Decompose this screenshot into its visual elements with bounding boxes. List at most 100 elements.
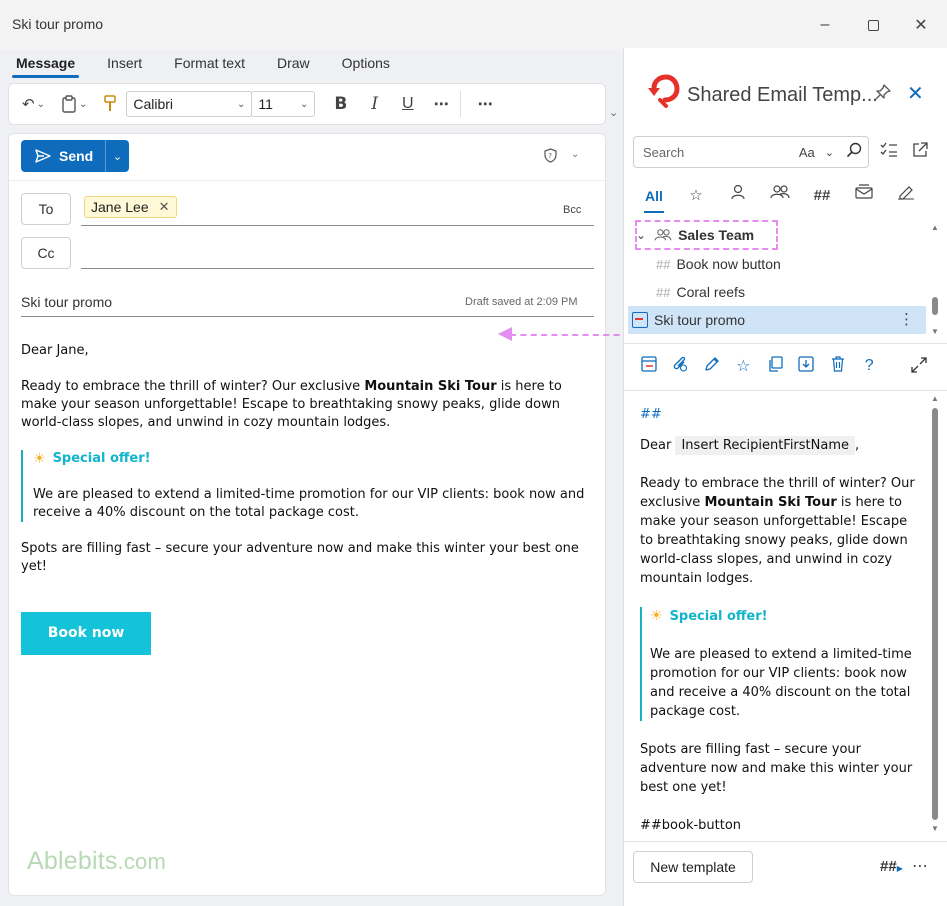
tab-draw[interactable]: Draw: [261, 50, 326, 78]
insert-template-button[interactable]: [633, 355, 665, 377]
to-field-line[interactable]: [81, 225, 594, 226]
drag-arrow-head: [498, 327, 512, 341]
send-main-area[interactable]: Send: [21, 148, 105, 164]
underline-button[interactable]: U: [397, 89, 419, 119]
close-pane-button[interactable]: ✕: [907, 81, 924, 106]
cc-field-line[interactable]: [81, 268, 594, 269]
preview-scrollbar-thumb[interactable]: [932, 408, 938, 820]
offer-block: ☀ Special offer! We are pleased to extend…: [21, 450, 591, 522]
sensitivity-button[interactable]: ?: [544, 148, 557, 166]
more-formatting-button[interactable]: ⋯: [429, 89, 454, 119]
filter-all[interactable]: All: [633, 183, 675, 213]
preview-scrollbar[interactable]: ▲ ▼: [931, 394, 939, 838]
message-body[interactable]: Dear Jane, Ready to embrace the thrill o…: [21, 342, 591, 655]
search-input[interactable]: Search Aa ⌄: [633, 136, 869, 168]
send-label: Send: [59, 148, 94, 164]
chevron-down-icon: ⌄: [299, 98, 309, 110]
edit-template-button[interactable]: [696, 356, 728, 377]
chevron-down-icon: ⌄: [571, 149, 580, 160]
shared-templates-pane: Shared Email Temp... ✕ Search Aa ⌄ All ☆…: [623, 48, 947, 906]
draft-status: Draft saved at 2:09 PM: [465, 296, 578, 308]
item-more-button[interactable]: ⋮: [899, 310, 914, 328]
compose-pane: Send ⌄ ? ⌄ To Jane Lee ✕ Bcc Cc Ski tour…: [8, 133, 606, 896]
copy-template-button[interactable]: [759, 355, 791, 377]
maximize-button[interactable]: [850, 10, 896, 40]
scroll-down-icon[interactable]: ▼: [931, 327, 939, 336]
recipient-field-chip[interactable]: Insert RecipientFirstName: [675, 436, 856, 455]
filter-macros[interactable]: ##: [801, 183, 843, 213]
tab-format-text[interactable]: Format text: [158, 50, 261, 78]
search-options-dropdown[interactable]: ⌄: [825, 146, 834, 159]
search-icon[interactable]: [846, 142, 862, 162]
scroll-down-icon[interactable]: ▼: [931, 824, 939, 833]
pane-more-button[interactable]: ⋯: [912, 856, 928, 876]
chevron-down-icon: ⌄: [609, 107, 619, 119]
move-template-button[interactable]: [791, 355, 823, 377]
cc-button[interactable]: Cc: [21, 237, 71, 269]
ribbon-expand-button[interactable]: ⌄: [609, 106, 618, 119]
tree-item-book-now-button[interactable]: ## Book now button: [624, 250, 928, 278]
bcc-button[interactable]: Bcc: [563, 204, 581, 216]
help-button[interactable]: ?: [854, 357, 886, 375]
preview-macro-marker: ##: [640, 407, 662, 422]
favorite-button[interactable]: ☆: [728, 356, 760, 376]
tree-scrollbar[interactable]: ▲ ▼: [931, 223, 939, 341]
scroll-up-icon[interactable]: ▲: [931, 223, 939, 232]
font-name-select[interactable]: Calibri ⌄: [126, 91, 253, 117]
font-size-value: 11: [258, 96, 273, 112]
book-now-button[interactable]: Book now: [21, 612, 151, 655]
bold-button[interactable]: B: [329, 89, 352, 119]
tab-options[interactable]: Options: [326, 50, 406, 78]
paste-button[interactable]: ⌄: [56, 89, 92, 119]
open-in-new-window-button[interactable]: [912, 142, 928, 163]
tree-item-coral-reefs[interactable]: ## Coral reefs: [624, 278, 928, 306]
recipient-chip[interactable]: Jane Lee ✕: [84, 196, 177, 218]
preview-paragraph: Ready to embrace the thrill of winter? O…: [640, 474, 920, 588]
minimize-button[interactable]: –: [802, 10, 848, 40]
signature-icon: [898, 186, 914, 200]
chevron-down-icon: ⌄: [112, 150, 123, 163]
to-button[interactable]: To: [21, 193, 71, 225]
preview-offer-text: We are pleased to extend a limited-time …: [650, 647, 912, 719]
delete-template-button[interactable]: [822, 355, 854, 377]
send-button[interactable]: Send ⌄: [21, 140, 129, 172]
filter-team-templates[interactable]: [759, 183, 801, 213]
offer-title: ☀ Special offer!: [33, 450, 591, 468]
tree-scrollbar-thumb[interactable]: [932, 297, 938, 315]
template-actions: ☆ ?: [633, 352, 943, 380]
insert-macro-button[interactable]: ##▶: [880, 858, 903, 875]
close-window-button[interactable]: ✕: [898, 10, 944, 40]
chevron-down-icon: ⌄: [236, 98, 246, 110]
format-painter-button[interactable]: [98, 89, 122, 119]
pin-button[interactable]: [875, 84, 891, 105]
filter-favorites[interactable]: ☆: [675, 183, 717, 213]
filter-shared-mailbox[interactable]: [843, 183, 885, 213]
tab-message[interactable]: Message: [0, 50, 91, 78]
scroll-up-icon[interactable]: ▲: [931, 394, 939, 403]
new-template-button[interactable]: New template: [633, 851, 753, 883]
more-commands-button[interactable]: ⋯: [473, 89, 498, 119]
match-case-button[interactable]: Aa: [799, 145, 815, 160]
undo-button[interactable]: ↶ ⌄: [17, 89, 50, 119]
filter-signatures[interactable]: [885, 183, 927, 213]
external-link-icon: [913, 142, 928, 157]
folder-label: Sales Team: [678, 227, 755, 243]
search-icon-glyph: [846, 142, 862, 158]
subject-field[interactable]: Ski tour promo: [21, 294, 112, 310]
remove-recipient-icon[interactable]: ✕: [159, 199, 170, 215]
font-size-select[interactable]: 11 ⌄: [251, 91, 316, 117]
sensitivity-dropdown[interactable]: ⌄: [571, 149, 579, 160]
team-folder-icon: [654, 229, 672, 241]
tree-item-ski-tour-promo[interactable]: Ski tour promo ⋮: [628, 306, 926, 334]
format-painter-icon: [104, 95, 117, 111]
filter-my-templates[interactable]: [717, 183, 759, 213]
expand-preview-button[interactable]: [911, 357, 927, 378]
folder-sales-team[interactable]: ⌄ Sales Team: [624, 221, 928, 249]
italic-button[interactable]: I: [366, 89, 383, 119]
tab-insert[interactable]: Insert: [91, 50, 158, 78]
offer-title-text: Special offer!: [52, 451, 151, 466]
clipboard-icon: [62, 95, 76, 113]
insert-with-attachments-button[interactable]: [665, 356, 697, 377]
multi-select-button[interactable]: [880, 142, 898, 163]
send-options-button[interactable]: ⌄: [106, 150, 129, 163]
